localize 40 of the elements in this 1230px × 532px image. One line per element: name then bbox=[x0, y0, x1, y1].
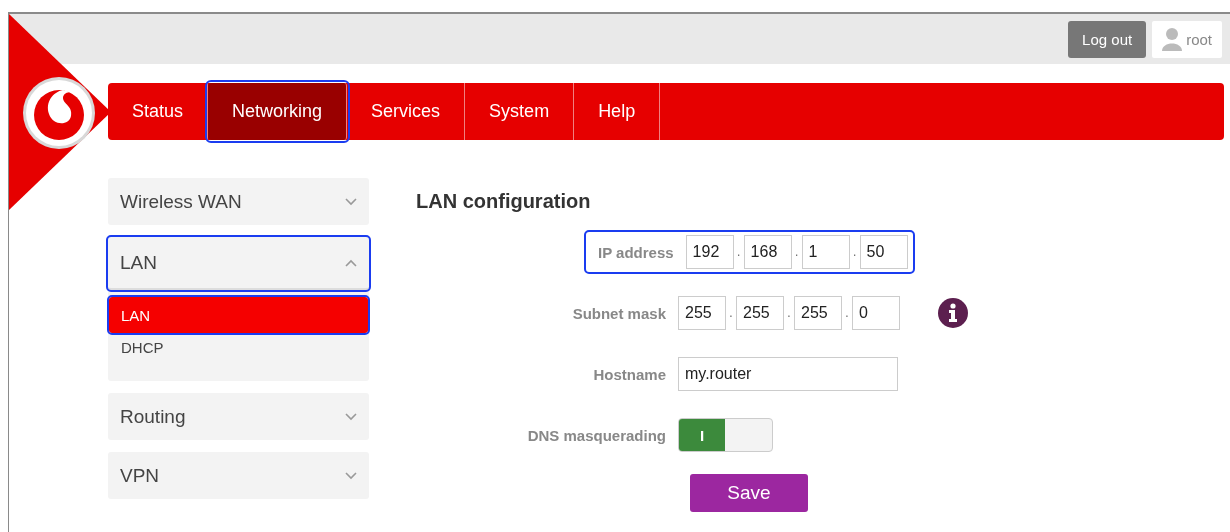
menu-header[interactable]: Routing bbox=[120, 405, 186, 428]
user-name: root bbox=[1186, 30, 1212, 48]
octet-separator: . bbox=[844, 306, 850, 320]
octet-field[interactable]: 168 bbox=[743, 235, 792, 269]
field-label: Subnet mask bbox=[572, 304, 666, 322]
octet-field[interactable]: 192 bbox=[685, 235, 734, 269]
chevron-down-icon bbox=[345, 471, 357, 480]
nav-tab[interactable]: Networking bbox=[208, 83, 348, 140]
menu-header[interactable]: VPN bbox=[120, 464, 160, 487]
menu-header[interactable]: LAN bbox=[120, 251, 157, 274]
hostname-field[interactable]: my.router bbox=[678, 357, 898, 391]
octet-field[interactable]: 255 bbox=[736, 296, 784, 330]
field-label: Hostname bbox=[593, 365, 666, 383]
field-label: DNS masquerading bbox=[527, 426, 666, 444]
octet-field[interactable]: 0 bbox=[852, 296, 900, 330]
user-icon bbox=[1162, 27, 1183, 51]
octet-field[interactable]: 255 bbox=[794, 296, 842, 330]
octet-field[interactable]: 50 bbox=[859, 235, 908, 269]
section-title: LAN configuration bbox=[416, 190, 592, 213]
nav-tab[interactable]: System bbox=[465, 83, 575, 140]
chevron-down-icon bbox=[345, 412, 357, 421]
submenu-item[interactable]: LAN bbox=[109, 297, 368, 333]
octet-separator: . bbox=[851, 245, 858, 259]
chevron-up-icon bbox=[345, 258, 357, 267]
info-icon[interactable] bbox=[938, 298, 968, 328]
toggle-switch[interactable]: I bbox=[678, 418, 773, 452]
octet-separator: . bbox=[735, 245, 742, 259]
logout-button[interactable]: Log out bbox=[1068, 20, 1147, 58]
menu-header[interactable]: Wireless WAN bbox=[120, 190, 242, 213]
field-label: IP address bbox=[598, 243, 674, 261]
octet-separator: . bbox=[728, 306, 734, 320]
octet-separator: . bbox=[793, 245, 800, 259]
octet-field[interactable]: 1 bbox=[801, 235, 850, 269]
submenu-item[interactable]: DHCP bbox=[109, 333, 368, 361]
nav-tab[interactable]: Services bbox=[347, 83, 466, 140]
chevron-down-icon bbox=[345, 197, 357, 206]
save-button[interactable]: Save bbox=[690, 474, 808, 512]
nav-tab[interactable]: Help bbox=[574, 83, 661, 140]
octet-separator: . bbox=[786, 306, 792, 320]
octet-field[interactable]: 255 bbox=[678, 296, 726, 330]
